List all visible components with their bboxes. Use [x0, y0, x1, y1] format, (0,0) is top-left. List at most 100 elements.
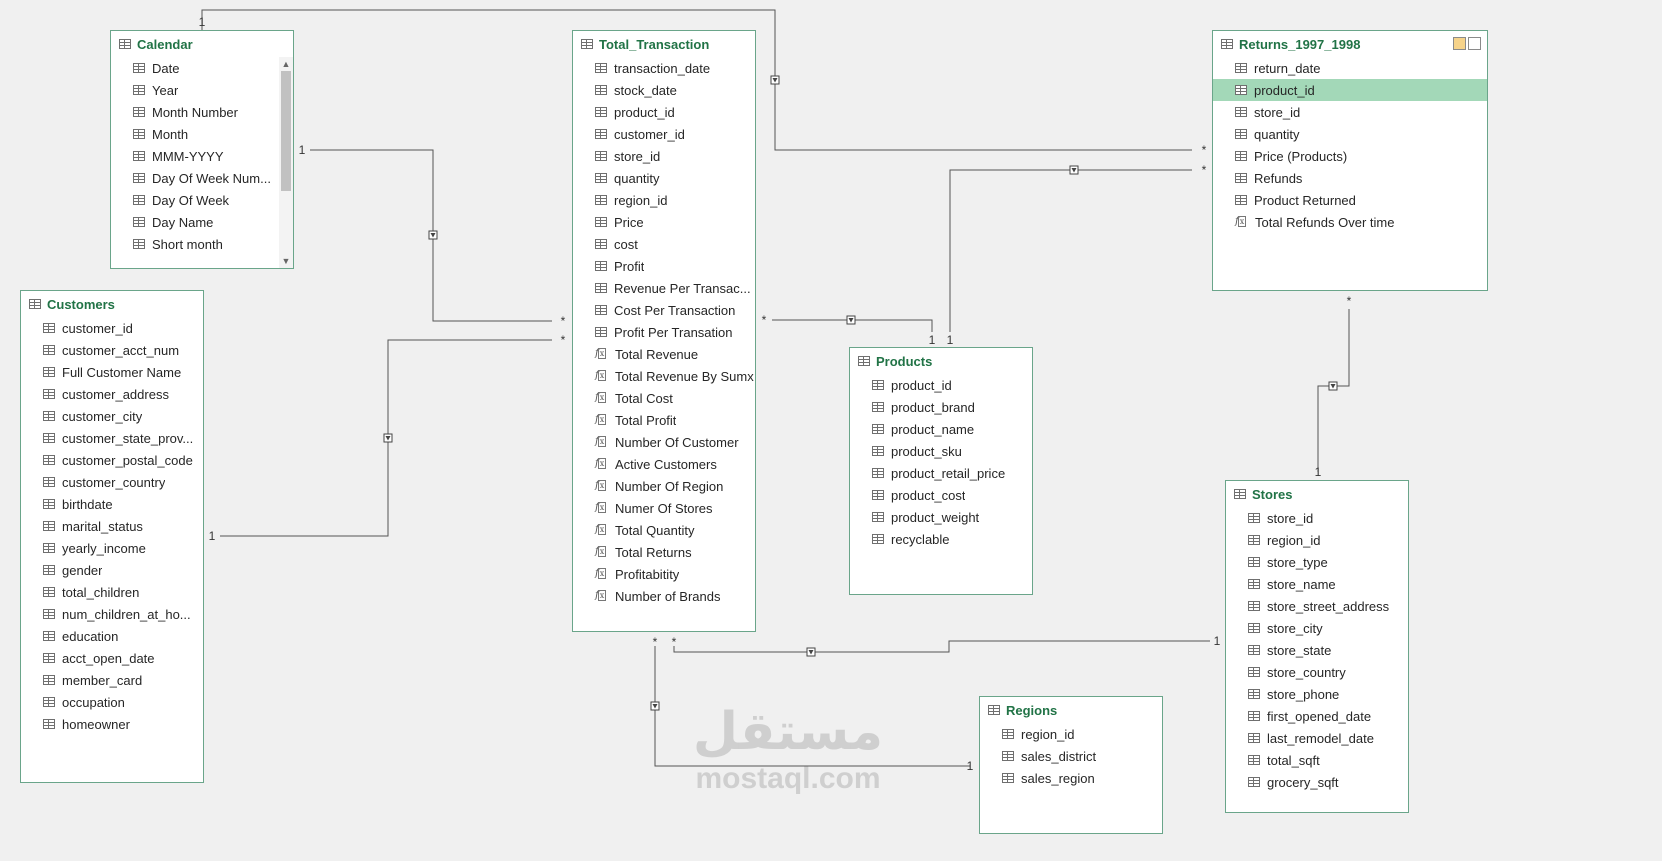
relationship-line-regions-total-transaction[interactable]: [654, 646, 970, 767]
field-row[interactable]: sales_district: [980, 745, 1162, 767]
field-row[interactable]: f Total Refunds Over time: [1213, 211, 1487, 233]
field-row[interactable]: total_children: [21, 581, 203, 603]
field-row[interactable]: quantity: [1213, 123, 1487, 145]
field-row[interactable]: Cost Per Transaction: [573, 299, 755, 321]
table-card-stores[interactable]: Stores store_id region_id store_type store_n…: [1225, 480, 1409, 813]
field-row[interactable]: region_id: [573, 189, 755, 211]
field-row[interactable]: store_id: [1213, 101, 1487, 123]
field-row[interactable]: product_weight: [850, 506, 1032, 528]
table-card-total-transaction[interactable]: Total_Transaction transaction_date stock_d…: [572, 30, 756, 632]
field-row[interactable]: total_sqft: [1226, 749, 1408, 771]
field-row[interactable]: store_id: [573, 145, 755, 167]
field-row[interactable]: Revenue Per Transac...: [573, 277, 755, 299]
field-row[interactable]: customer_id: [21, 317, 203, 339]
field-row[interactable]: f Number Of Customer: [573, 431, 755, 453]
table-card-customers[interactable]: Customers customer_id customer_acct_num Ful…: [20, 290, 204, 783]
hierarchy-icon[interactable]: [1453, 37, 1466, 50]
field-row[interactable]: customer_city: [21, 405, 203, 427]
field-row[interactable]: last_remodel_date: [1226, 727, 1408, 749]
field-row[interactable]: product_name: [850, 418, 1032, 440]
field-row[interactable]: region_id: [1226, 529, 1408, 551]
table-card-products[interactable]: Products product_id product_brand product_n…: [849, 347, 1033, 595]
field-row[interactable]: product_id: [850, 374, 1032, 396]
field-row[interactable]: f Total Quantity: [573, 519, 755, 541]
field-row[interactable]: Month: [111, 123, 293, 145]
table-title[interactable]: Total_Transaction: [573, 31, 755, 57]
table-card-calendar[interactable]: Calendar Date Year Month Number Month MMM-YYY…: [110, 30, 294, 269]
field-row[interactable]: store_id: [1226, 507, 1408, 529]
table-title[interactable]: Regions: [980, 697, 1162, 723]
relationship-line-stores-total-transaction[interactable]: [673, 640, 1210, 653]
field-row[interactable]: homeowner: [21, 713, 203, 735]
field-row[interactable]: store_street_address: [1226, 595, 1408, 617]
field-row[interactable]: education: [21, 625, 203, 647]
field-row[interactable]: f Total Profit: [573, 409, 755, 431]
field-row[interactable]: product_id: [573, 101, 755, 123]
field-row[interactable]: f Numer Of Stores: [573, 497, 755, 519]
field-row[interactable]: product_brand: [850, 396, 1032, 418]
field-row[interactable]: num_children_at_ho...: [21, 603, 203, 625]
field-row[interactable]: Day Name: [111, 211, 293, 233]
table-title[interactable]: Stores: [1226, 481, 1408, 507]
field-row[interactable]: customer_state_prov...: [21, 427, 203, 449]
table-title[interactable]: Calendar: [111, 31, 293, 57]
field-row[interactable]: Price (Products): [1213, 145, 1487, 167]
scroll-down-icon[interactable]: ▼: [279, 254, 293, 268]
field-row[interactable]: quantity: [573, 167, 755, 189]
field-row[interactable]: store_city: [1226, 617, 1408, 639]
field-row[interactable]: return_date: [1213, 57, 1487, 79]
field-row[interactable]: occupation: [21, 691, 203, 713]
field-row[interactable]: gender: [21, 559, 203, 581]
field-row[interactable]: marital_status: [21, 515, 203, 537]
field-row[interactable]: f Total Revenue By Sumx: [573, 365, 755, 387]
field-row[interactable]: product_retail_price: [850, 462, 1032, 484]
maximize-icon[interactable]: [1468, 37, 1481, 50]
field-row[interactable]: customer_address: [21, 383, 203, 405]
field-row[interactable]: f Profitabitity: [573, 563, 755, 585]
field-row[interactable]: Product Returned: [1213, 189, 1487, 211]
table-card-regions[interactable]: Regions region_id sales_district sales_regi…: [979, 696, 1163, 834]
field-row[interactable]: grocery_sqft: [1226, 771, 1408, 793]
field-row[interactable]: customer_id: [573, 123, 755, 145]
table-card-returns[interactable]: Returns_1997_1998 return_date product_id st…: [1212, 30, 1488, 291]
field-row[interactable]: stock_date: [573, 79, 755, 101]
table-title[interactable]: Products: [850, 348, 1032, 374]
field-row[interactable]: Short month: [111, 233, 293, 255]
field-row[interactable]: Profit: [573, 255, 755, 277]
field-row[interactable]: customer_postal_code: [21, 449, 203, 471]
field-row[interactable]: member_card: [21, 669, 203, 691]
field-row[interactable]: first_opened_date: [1226, 705, 1408, 727]
field-row[interactable]: birthdate: [21, 493, 203, 515]
table-title[interactable]: Customers: [21, 291, 203, 317]
field-row[interactable]: customer_acct_num: [21, 339, 203, 361]
field-row[interactable]: customer_country: [21, 471, 203, 493]
field-row[interactable]: Price: [573, 211, 755, 233]
field-row[interactable]: Full Customer Name: [21, 361, 203, 383]
field-row[interactable]: cost: [573, 233, 755, 255]
field-row[interactable]: f Number of Brands: [573, 585, 755, 607]
vertical-scrollbar[interactable]: ▲ ▼: [279, 57, 293, 268]
field-row[interactable]: Day Of Week: [111, 189, 293, 211]
field-row[interactable]: store_type: [1226, 551, 1408, 573]
field-row[interactable]: f Total Returns: [573, 541, 755, 563]
field-row[interactable]: Day Of Week Num...: [111, 167, 293, 189]
field-row[interactable]: store_country: [1226, 661, 1408, 683]
field-row[interactable]: f Number Of Region: [573, 475, 755, 497]
field-row[interactable]: f Total Cost: [573, 387, 755, 409]
field-row[interactable]: f Total Revenue: [573, 343, 755, 365]
field-row[interactable]: Date: [111, 57, 293, 79]
field-row[interactable]: Year: [111, 79, 293, 101]
field-row[interactable]: Month Number: [111, 101, 293, 123]
relationship-line-products-returns[interactable]: [949, 169, 1192, 332]
field-row[interactable]: recyclable: [850, 528, 1032, 550]
field-row[interactable]: f Active Customers: [573, 453, 755, 475]
scroll-thumb[interactable]: [281, 71, 291, 191]
field-row[interactable]: yearly_income: [21, 537, 203, 559]
field-row[interactable]: product_id: [1213, 79, 1487, 101]
field-row[interactable]: transaction_date: [573, 57, 755, 79]
field-row[interactable]: store_state: [1226, 639, 1408, 661]
field-row[interactable]: store_name: [1226, 573, 1408, 595]
field-row[interactable]: product_cost: [850, 484, 1032, 506]
scroll-up-icon[interactable]: ▲: [279, 57, 293, 71]
field-row[interactable]: sales_region: [980, 767, 1162, 789]
